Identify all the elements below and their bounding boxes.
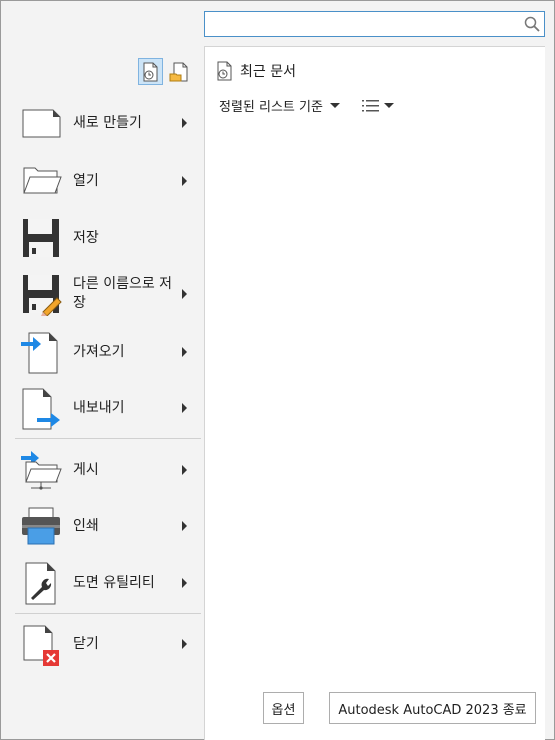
submenu-arrow-icon xyxy=(182,403,187,413)
open-documents-icon xyxy=(169,62,187,81)
search-input[interactable] xyxy=(205,12,515,36)
menu-item-label: 열기 xyxy=(73,172,99,189)
save-as-icon xyxy=(19,271,63,317)
menu-item-save-as[interactable]: 다른 이름으로 저장 xyxy=(15,269,201,319)
submenu-arrow-icon xyxy=(182,289,187,299)
menu-item-close[interactable]: 닫기 xyxy=(15,619,201,669)
sort-row: 정렬된 리스트 기준 xyxy=(219,96,394,115)
publish-icon xyxy=(19,447,63,493)
printer-icon xyxy=(19,503,63,549)
menu-item-print[interactable]: 인쇄 xyxy=(15,501,201,551)
submenu-arrow-icon xyxy=(182,176,187,186)
menu-item-open[interactable]: 열기 xyxy=(15,156,201,206)
menu-item-drawing-utilities[interactable]: 도면 유틸리티 xyxy=(15,558,201,608)
submenu-arrow-icon xyxy=(182,639,187,649)
menu-item-import[interactable]: 가져오기 xyxy=(15,327,201,377)
options-button[interactable]: 옵션 xyxy=(263,692,304,724)
menu-item-label: 새로 만들기 xyxy=(73,114,142,131)
menu-item-save[interactable]: 저장 xyxy=(15,213,201,263)
submenu-arrow-icon xyxy=(182,118,187,128)
import-icon xyxy=(19,329,63,375)
list-view-icon xyxy=(361,99,379,111)
menu-item-label: 다른 이름으로 저장 xyxy=(73,276,173,311)
recent-documents-title: 최근 문서 xyxy=(240,64,296,80)
menu-separator xyxy=(15,438,201,439)
menu-item-new[interactable]: 새로 만들기 xyxy=(15,98,201,148)
search-box xyxy=(204,11,545,37)
menu-item-label: 도면 유틸리티 xyxy=(73,574,155,591)
recent-documents-pane xyxy=(204,46,545,740)
submenu-arrow-icon xyxy=(182,465,187,475)
menu-item-label: 저장 xyxy=(73,229,99,246)
menu-separator xyxy=(15,613,201,614)
list-view-dropdown[interactable] xyxy=(361,99,394,113)
open-documents-toggle[interactable] xyxy=(166,58,191,85)
menu-item-export[interactable]: 내보내기 xyxy=(15,383,201,433)
submenu-arrow-icon xyxy=(182,578,187,588)
search-icon[interactable] xyxy=(524,16,540,32)
menu-item-label: 닫기 xyxy=(73,635,99,652)
sort-dropdown[interactable]: 정렬된 리스트 기준 xyxy=(219,96,340,115)
close-document-icon xyxy=(19,621,63,667)
save-disk-icon xyxy=(19,215,63,261)
open-folder-icon xyxy=(19,158,63,204)
exit-autocad-button[interactable]: Autodesk AutoCAD 2023 종료 xyxy=(329,692,536,724)
new-document-icon xyxy=(19,100,63,146)
chevron-down-icon xyxy=(329,103,340,108)
sort-label: 정렬된 리스트 기준 xyxy=(219,100,323,115)
menu-item-label: 가져오기 xyxy=(73,343,125,360)
recent-documents-toggle[interactable] xyxy=(138,58,163,85)
submenu-arrow-icon xyxy=(182,347,187,357)
drawing-utilities-icon xyxy=(19,560,63,606)
recent-documents-header: 최근 문서 xyxy=(216,61,296,81)
recent-documents-icon xyxy=(143,62,157,81)
export-icon xyxy=(19,385,63,431)
menu-item-label: 게시 xyxy=(73,461,99,478)
menu-item-label: 내보내기 xyxy=(73,399,125,416)
menu-item-label: 인쇄 xyxy=(73,517,99,534)
submenu-arrow-icon xyxy=(182,521,187,531)
menu-item-publish[interactable]: 게시 xyxy=(15,445,201,495)
recent-document-icon xyxy=(217,61,232,81)
chevron-down-icon xyxy=(383,103,394,108)
application-menu: 새로 만들기 열기 저장 다른 이름으로 저장 가져오기 내보내기 게시 인쇄 … xyxy=(0,0,555,740)
